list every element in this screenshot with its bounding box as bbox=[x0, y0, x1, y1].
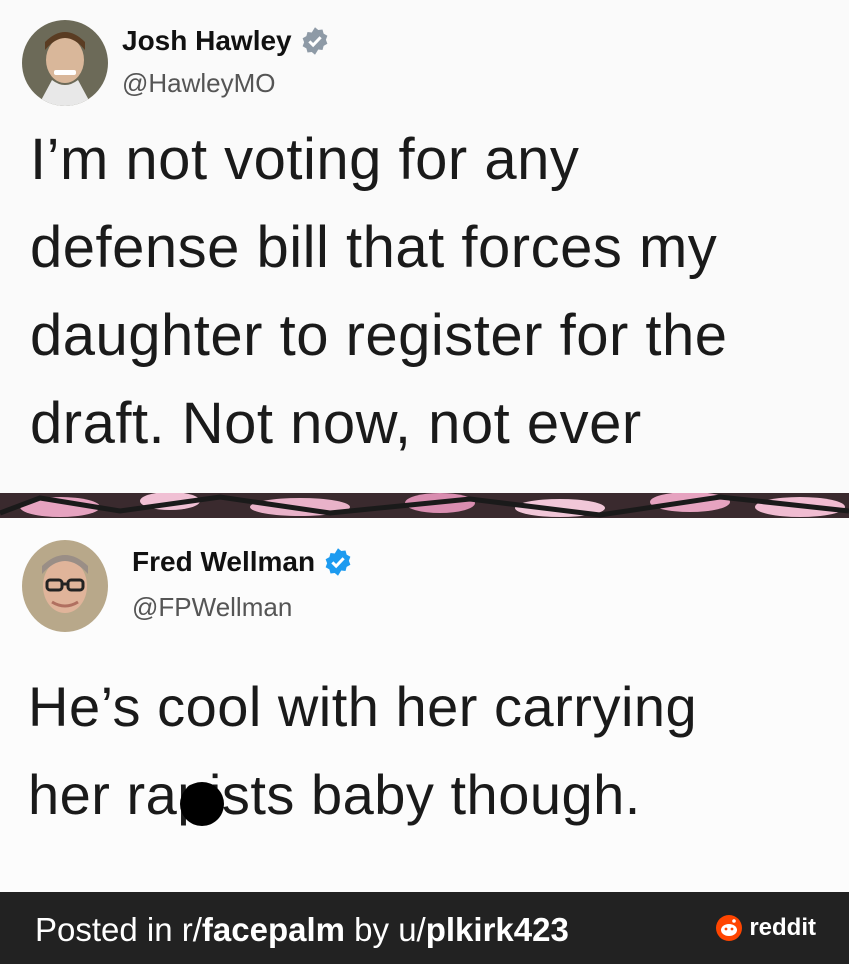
tweet-body: I’m not voting for any defense bill that… bbox=[30, 116, 728, 468]
subreddit-link[interactable]: facepalm bbox=[202, 911, 345, 948]
author-handle[interactable]: @FPWellman bbox=[132, 592, 292, 623]
verified-badge-icon bbox=[325, 548, 351, 576]
tweet-line: draft. Not now, not ever bbox=[30, 391, 642, 456]
tweet-card-hawley: Josh Hawley @HawleyMO I’m not voting for… bbox=[0, 0, 849, 493]
tweet-line: daughter to register for the bbox=[30, 303, 728, 368]
tweet-line: her rapists baby though. bbox=[28, 763, 641, 826]
avatar-photo-icon bbox=[22, 540, 108, 632]
flower-pattern-icon bbox=[0, 493, 849, 518]
reddit-alien-icon bbox=[716, 915, 743, 941]
tweet-line: defense bill that forces my bbox=[30, 215, 718, 280]
avatar-photo-icon bbox=[22, 20, 108, 106]
author-name-text[interactable]: Josh Hawley bbox=[122, 25, 292, 57]
verified-badge-icon bbox=[302, 27, 328, 55]
posted-in-prefix: Posted in r/ bbox=[35, 911, 202, 948]
reddit-logo[interactable]: reddit bbox=[715, 914, 816, 942]
author-name[interactable]: Josh Hawley bbox=[122, 25, 330, 57]
tweet-line: I’m not voting for any bbox=[30, 127, 580, 192]
avatar[interactable] bbox=[22, 540, 108, 632]
user-link[interactable]: plkirk423 bbox=[426, 911, 569, 948]
avatar[interactable] bbox=[22, 20, 108, 106]
tweet-line: He’s cool with her carrying bbox=[28, 675, 698, 738]
reddit-wordmark: reddit bbox=[749, 914, 816, 941]
redaction-dot bbox=[180, 782, 224, 826]
author-name[interactable]: Fred Wellman bbox=[132, 546, 353, 578]
posted-in-text: Posted in r/facepalm by u/plkirk423 bbox=[35, 911, 569, 949]
author-handle[interactable]: @HawleyMO bbox=[122, 68, 276, 99]
author-name-text[interactable]: Fred Wellman bbox=[132, 546, 315, 578]
tweet-body: He’s cool with her carrying her rapists … bbox=[28, 663, 697, 839]
posted-by-text: by u/ bbox=[345, 911, 426, 948]
tweet-card-wellman: Fred Wellman @FPWellman He’s cool with h… bbox=[0, 518, 849, 892]
reddit-footer-bar: Posted in r/facepalm by u/plkirk423 redd… bbox=[0, 892, 849, 964]
background-flower-strip bbox=[0, 493, 849, 518]
